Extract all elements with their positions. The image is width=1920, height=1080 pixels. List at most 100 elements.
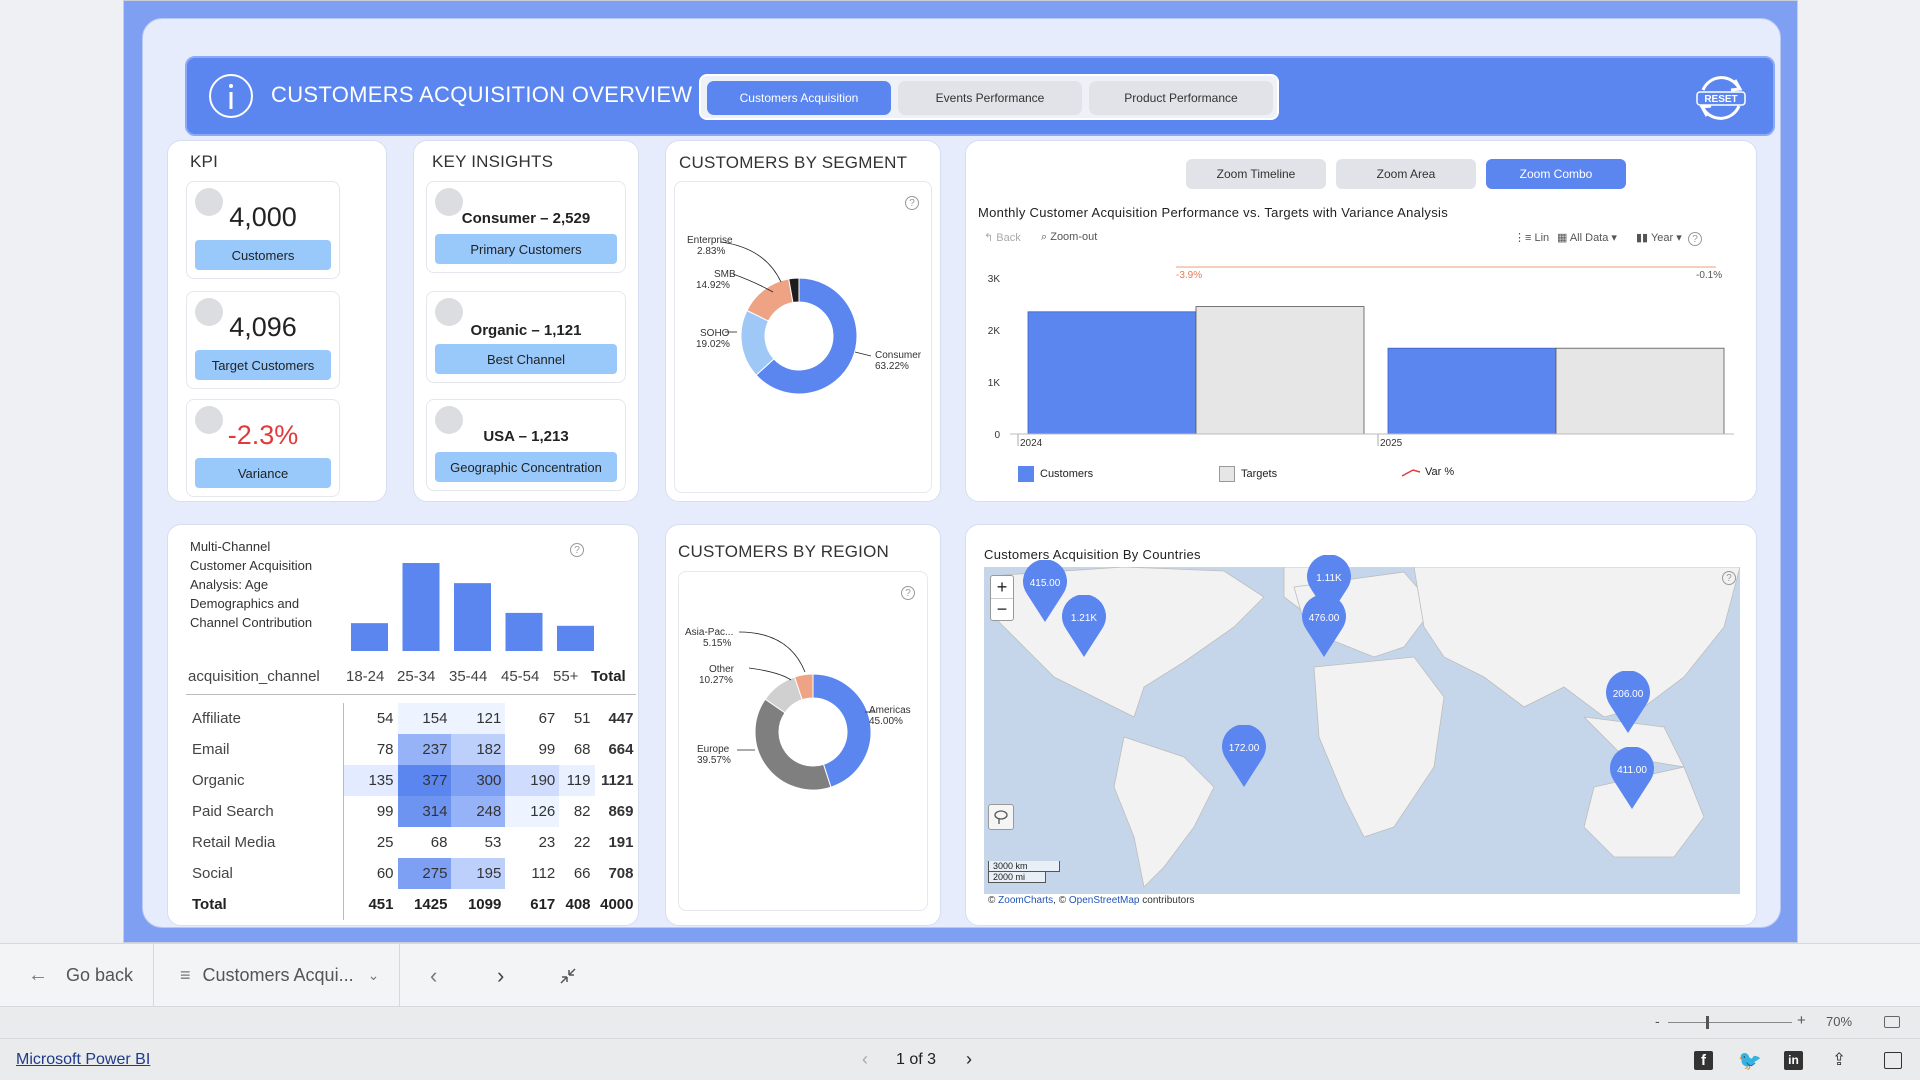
scale-km: 3000 km xyxy=(988,861,1060,872)
tab-events-performance[interactable]: Events Performance xyxy=(898,81,1082,115)
dropdown-icon: ▾ xyxy=(1608,232,1617,244)
osm-link[interactable]: OpenStreetMap xyxy=(1069,895,1140,906)
map-zoom-out-button[interactable]: − xyxy=(991,599,1013,621)
age-bar-25-34 xyxy=(402,563,440,651)
report-header: CUSTOMERS ACQUISITION OVERVIEW Customers… xyxy=(185,56,1775,136)
combo-chart[interactable]: 3K 2K 1K 0 2024 -3.9% 2025 -0.1% xyxy=(974,251,1744,491)
matrix-cell: 121 xyxy=(451,703,506,734)
list-icon: ≡ xyxy=(180,965,191,985)
zoom-slider-track[interactable] xyxy=(1668,1022,1792,1023)
matrix-cell: 135 xyxy=(343,765,398,796)
variance-label: -3.9% xyxy=(1176,270,1202,281)
legend-customers[interactable]: Customers xyxy=(1018,466,1093,482)
bar-targets-2025 xyxy=(1555,347,1725,435)
tab-product-performance[interactable]: Product Performance xyxy=(1089,81,1273,115)
kpi-value: -2.3% xyxy=(227,420,299,450)
help-icon[interactable]: ? xyxy=(1688,232,1702,246)
share-icon[interactable]: ⇪ xyxy=(1832,1050,1846,1070)
reset-icon[interactable]: RESET xyxy=(1691,68,1751,128)
table-row[interactable]: Organic 135 377 300 190 119 1121 xyxy=(188,765,638,796)
matrix-cell: 451 xyxy=(343,889,398,920)
map-attribution: © ZoomCharts, © OpenStreetMap contributo… xyxy=(986,895,1197,906)
page-selector-dropdown[interactable]: ≡ Customers Acqui... ⌄ xyxy=(180,944,379,1007)
kpi-tile-variance: -2.3% Variance xyxy=(186,399,340,497)
legend-var[interactable]: Var % xyxy=(1401,466,1454,478)
matrix-total-row[interactable]: Total 451 1425 1099 617 408 4000 xyxy=(188,889,638,920)
matrix-cell: 126 xyxy=(505,796,560,827)
report-page: CUSTOMERS ACQUISITION OVERVIEW Customers… xyxy=(142,18,1781,928)
matrix-cell: 54 xyxy=(343,703,398,734)
map-zoom-control: + − xyxy=(990,575,1014,621)
footer-next-page-button[interactable]: › xyxy=(966,1049,972,1070)
leader-line xyxy=(738,631,806,673)
legend-targets[interactable]: Targets xyxy=(1219,466,1277,482)
go-back-button[interactable]: ← Go back xyxy=(28,944,133,1007)
chevron-down-icon: ⌄ xyxy=(367,967,380,983)
tab-customers-acquisition[interactable]: Customers Acquisition xyxy=(707,81,891,115)
matrix-title: Multi-Channel Customer Acquisition Analy… xyxy=(190,539,313,630)
zoomcharts-link[interactable]: ZoomCharts xyxy=(998,895,1053,906)
help-icon[interactable]: ? xyxy=(1722,571,1736,585)
facebook-icon[interactable]: f xyxy=(1694,1051,1713,1070)
zoom-area-button[interactable]: Zoom Area xyxy=(1336,159,1476,189)
zoom-timeline-button[interactable]: Zoom Timeline xyxy=(1186,159,1326,189)
zoom-minus-button[interactable]: - xyxy=(1655,1013,1660,1029)
table-row[interactable]: Social 60 275 195 112 66 708 xyxy=(188,858,638,889)
matrix-cell: 60 xyxy=(343,858,398,889)
matrix-row-header: acquisition_channel xyxy=(188,668,320,685)
insight-label: Geographic Concentration xyxy=(435,452,617,482)
matrix-cell: 314 xyxy=(397,796,452,827)
legend-swatch xyxy=(1018,466,1034,482)
map-zoom-in-button[interactable]: + xyxy=(991,576,1013,599)
linkedin-icon[interactable]: in xyxy=(1784,1051,1803,1070)
matrix-cell: 53 xyxy=(484,834,502,851)
matrix-cell: 119 xyxy=(559,765,595,796)
scale-icon: ⋮≡ xyxy=(1514,232,1535,244)
matrix-cell: 78 xyxy=(343,734,398,765)
africa-shape xyxy=(1313,656,1445,838)
segment-label-enterprise: Enterprise 2.83% xyxy=(687,235,733,257)
zoom-out-button[interactable]: ⌕ Zoom-out xyxy=(1041,231,1097,244)
twitter-icon[interactable]: 🐦 xyxy=(1738,1049,1762,1073)
footer-prev-page-button[interactable]: ‹ xyxy=(862,1049,868,1070)
matrix-cell: 408 xyxy=(565,896,591,913)
all-data-dropdown[interactable]: ▦ All Data ▾ xyxy=(1557,231,1617,244)
fullscreen-icon[interactable] xyxy=(1884,1052,1902,1069)
kpi-card: KPI 4,000 Customers 4,096 Target Custome… xyxy=(167,140,387,502)
lasso-icon[interactable] xyxy=(988,804,1014,830)
matrix-cell: 112 xyxy=(531,865,556,882)
region-donut-chart[interactable] xyxy=(679,572,927,892)
table-row[interactable]: Paid Search 99 314 248 126 82 869 xyxy=(188,796,638,827)
table-row[interactable]: Email 78 237 182 99 68 664 xyxy=(188,734,638,765)
reset-label: RESET xyxy=(1704,94,1737,105)
table-row[interactable]: Affiliate 54 154 121 67 51 447 xyxy=(188,703,638,734)
lasso-glyph xyxy=(994,810,1008,824)
chevron-left-icon: ‹ xyxy=(862,1049,868,1069)
year-dropdown[interactable]: ▮▮ Year ▾ xyxy=(1636,231,1682,244)
bar-customers-2024 xyxy=(1027,311,1197,435)
status-bar: - + 70% xyxy=(0,1006,1920,1038)
table-row[interactable]: Retail Media 25 68 53 23 22 191 xyxy=(188,827,638,858)
previous-page-button[interactable]: ‹ xyxy=(430,944,437,1007)
lin-toggle[interactable]: ⋮≡ Lin xyxy=(1514,231,1549,244)
footer-bar: Microsoft Power BI ‹ 1 of 3 › f 🐦 in ⇪ xyxy=(0,1038,1920,1080)
fit-to-page-icon[interactable] xyxy=(1884,1016,1900,1028)
kpi-title: KPI xyxy=(190,152,219,171)
zoom-plus-button[interactable]: + xyxy=(1797,1012,1806,1029)
row-label: Email xyxy=(192,741,230,758)
segment-label-soho: SOHO 19.02% xyxy=(696,328,730,350)
age-bar-chart[interactable] xyxy=(346,553,606,653)
info-icon[interactable] xyxy=(207,72,255,120)
segment-title: CUSTOMERS BY SEGMENT xyxy=(679,153,908,172)
matrix-cell: 99 xyxy=(343,796,398,827)
power-bi-link[interactable]: Microsoft Power BI xyxy=(16,1051,150,1069)
zoom-slider-thumb[interactable] xyxy=(1706,1016,1709,1029)
combo-card: Zoom Timeline Zoom Area Zoom Combo Month… xyxy=(965,140,1757,502)
y-tick-label: 0 xyxy=(994,430,1000,441)
exit-fullscreen-button[interactable] xyxy=(558,944,578,1007)
back-button[interactable]: ↰ Back xyxy=(984,231,1021,244)
matrix-cell: 447 xyxy=(608,710,634,727)
zoom-combo-button[interactable]: Zoom Combo xyxy=(1486,159,1626,189)
next-page-button[interactable]: › xyxy=(497,944,504,1007)
x-tick-label: 2024 xyxy=(1020,438,1043,449)
